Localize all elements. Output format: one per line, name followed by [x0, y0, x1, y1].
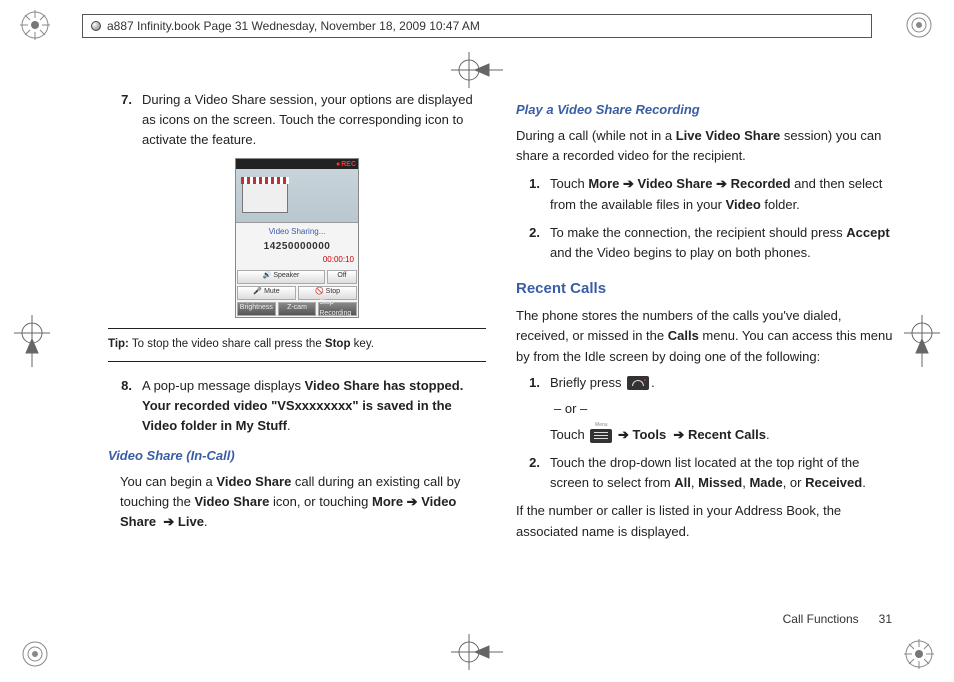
step-number: 1. [516, 373, 550, 445]
step-text: Touch the drop-down list located at the … [550, 453, 894, 493]
corner-ornament-bl [18, 637, 52, 674]
subheading-play-recording: Play a Video Share Recording [516, 100, 894, 120]
step-8: 8. A pop-up message displays Video Share… [108, 376, 486, 436]
crop-mark-top [451, 52, 503, 88]
menu-key-icon [590, 429, 612, 443]
recent-step-2: 2. Touch the drop-down list located at t… [516, 453, 894, 493]
recent-calls-paragraph: The phone stores the numbers of the call… [516, 306, 894, 366]
corner-ornament-br [902, 637, 936, 674]
play-recording-paragraph: During a call (while not in a Live Video… [516, 126, 894, 166]
header-text: a887 Infinity.book Page 31 Wednesday, No… [107, 19, 480, 33]
brightness-button: Brightness [237, 302, 276, 316]
step-number: 1. [516, 174, 550, 214]
step-text: To make the connection, the recipient sh… [550, 223, 894, 263]
phone-number: 14250000000 [236, 239, 358, 255]
right-step-2: 2. To make the connection, the recipient… [516, 223, 894, 263]
step-7: 7. During a Video Share session, your op… [108, 90, 486, 150]
step-number: 7. [108, 90, 142, 150]
step-number: 2. [516, 453, 550, 493]
right-step-1: 1. Touch More ➔ Video Share ➔ Recorded a… [516, 174, 894, 214]
closing-paragraph: If the number or caller is listed in you… [516, 501, 894, 541]
page-header: a887 Infinity.book Page 31 Wednesday, No… [82, 14, 872, 38]
step-text: Briefly press . – or – Touch ➔ Tools ➔ R… [550, 373, 894, 445]
phone-key-icon [627, 376, 649, 390]
recent-step-1: 1. Briefly press . – or – Touch ➔ Tools … [516, 373, 894, 445]
crop-mark-right [904, 315, 940, 367]
footer-section: Call Functions [783, 612, 859, 626]
tip-label: Tip: [108, 338, 129, 350]
zoom-button: Z-cam [278, 302, 317, 316]
header-ornament-icon [91, 21, 101, 31]
left-column: 7. During a Video Share session, your op… [108, 90, 486, 612]
tip-box: Tip: To stop the video share call press … [108, 328, 486, 362]
mute-button: 🎤Mute [237, 286, 296, 300]
speaker-button: 🔊Speaker [237, 270, 325, 284]
phone-label: Video Sharing... [236, 223, 358, 238]
step-number: 8. [108, 376, 142, 436]
step-number: 2. [516, 223, 550, 263]
step-text: During a Video Share session, your optio… [142, 90, 486, 150]
crop-mark-left [14, 315, 50, 367]
page-footer: Call Functions 31 [783, 612, 892, 626]
step-text: Touch More ➔ Video Share ➔ Recorded and … [550, 174, 894, 214]
step-text: A pop-up message displays Video Share ha… [142, 376, 486, 436]
corner-ornament-tl [18, 8, 52, 45]
crop-mark-bottom [451, 634, 503, 670]
right-column: Play a Video Share Recording During a ca… [516, 90, 894, 612]
section-heading-recent-calls: Recent Calls [516, 277, 894, 300]
phone-screenshot: REC Video Sharing... 14250000000 00:00:1… [235, 158, 359, 317]
stop-recording-button: Stop Recording [318, 302, 357, 316]
subheading-video-share-incall: Video Share (In-Call) [108, 446, 486, 466]
off-button: Off [327, 270, 357, 284]
footer-page-number: 31 [879, 612, 892, 626]
corner-ornament-tr [902, 8, 936, 45]
or-separator: – or – [550, 399, 894, 419]
phone-timer: 00:00:10 [236, 254, 358, 268]
page-content: 7. During a Video Share session, your op… [108, 90, 894, 612]
incall-paragraph: You can begin a Video Share call during … [120, 472, 486, 532]
